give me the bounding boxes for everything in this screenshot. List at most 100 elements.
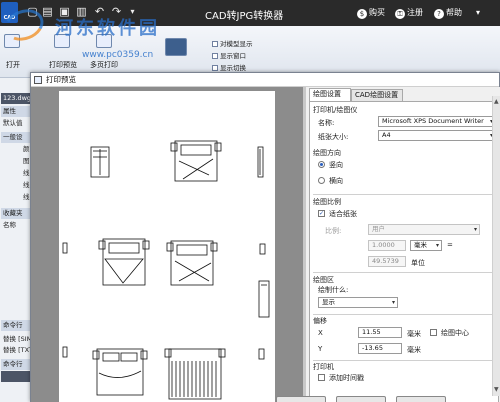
scale-select[interactable]: 用户 ▾: [368, 224, 480, 235]
preview-area[interactable]: [31, 87, 303, 402]
help-icon: ?: [434, 9, 444, 19]
scrollbar[interactable]: ▲ ▼: [492, 96, 500, 396]
dialog-title: 打印预览: [46, 75, 76, 84]
dialog-title-bar: 打印预览: [31, 73, 499, 87]
center-plot-label: 绘图中心: [441, 329, 469, 337]
portrait-radio[interactable]: [318, 161, 325, 168]
watermark-site-name: 河东软件园: [55, 18, 160, 39]
scale-label: 比例:: [325, 227, 342, 235]
paper-size-select[interactable]: A4▾: [378, 130, 496, 141]
printer-group-label: 打印机/绘图仪: [313, 106, 358, 114]
properties-header: 属性: [1, 106, 31, 117]
paper-size-label: 纸张大小:: [318, 133, 349, 141]
add-timestamp-checkbox[interactable]: [318, 374, 325, 381]
fit-paper-checkbox[interactable]: ✓: [318, 210, 325, 217]
ribbon-model-view[interactable]: 对模型显示: [212, 38, 253, 48]
command-history-line: 替换 [TXT: [3, 346, 31, 354]
equals-label: =: [447, 241, 453, 249]
monitor-icon[interactable]: [165, 38, 187, 56]
scale-b-input[interactable]: 49.5739: [368, 256, 406, 267]
command-history-line: 替换 [SIMP: [3, 335, 31, 343]
offset-y-label: Y: [318, 345, 323, 353]
key-icon: ⚿: [395, 9, 405, 19]
prop-linescale[interactable]: 线: [1, 192, 31, 203]
model-view-icon: [212, 41, 218, 47]
print-group-label: 打印机: [313, 363, 334, 371]
ribbon-print-preview[interactable]: 打印预览: [49, 60, 77, 70]
prop-linetype[interactable]: 线: [1, 168, 31, 179]
favorites-header: 收藏夹: [1, 208, 31, 219]
favorites-name-column: 名称: [3, 221, 16, 229]
dialog-button[interactable]: [276, 396, 326, 402]
offset-x-input[interactable]: 11.55: [358, 327, 402, 338]
prop-lineweight[interactable]: 线: [1, 180, 31, 191]
ribbon-show-window[interactable]: 显示窗口: [212, 50, 246, 60]
general-section[interactable]: 一般设: [1, 132, 31, 143]
scale-group-label: 绘图比例: [313, 198, 341, 206]
tab-cad-draw-settings[interactable]: CAD绘图设置: [351, 89, 403, 101]
buy-button[interactable]: $ 购买: [357, 6, 385, 20]
default-row[interactable]: 默认值: [1, 118, 31, 129]
buy-label: 购买: [369, 8, 385, 17]
open-folder-icon[interactable]: ▤: [41, 5, 54, 19]
scroll-up-icon[interactable]: ▲: [494, 98, 499, 105]
offset-x-label: X: [318, 329, 323, 337]
prop-layer[interactable]: 图: [1, 156, 31, 167]
divider: [313, 194, 495, 195]
divider: [313, 360, 495, 361]
ribbon-open[interactable]: 打开: [6, 60, 20, 70]
display-switch-icon: [212, 65, 218, 71]
print-preview-dialog: 打印预览 绘图设置 CAD绘图设置 打印机/绘图仪 名称: Microsoft …: [30, 72, 500, 402]
offset-y-input[interactable]: -13.65: [358, 343, 402, 354]
divider: [313, 314, 495, 315]
chevron-down-icon: ▾: [391, 299, 395, 306]
printer-icon: [34, 76, 42, 84]
divider: [313, 272, 495, 273]
prop-color[interactable]: 颜: [1, 144, 31, 155]
file-tab-bottom[interactable]: [1, 371, 31, 382]
scale-unit-select[interactable]: 毫米 ▾: [410, 240, 442, 251]
command-line-header: 命令行: [1, 320, 31, 331]
left-panel: 123.dwg 属性 默认值 一般设 颜 图 线 线 线 收藏夹 名称 命令行 …: [0, 78, 32, 402]
chevron-down-icon: ▾: [473, 226, 477, 233]
offset-x-unit: 毫米: [407, 330, 421, 338]
scale-b-unit-label: 单位: [411, 259, 425, 267]
watermark-url: www.pc0359.cn: [82, 50, 154, 60]
dialog-button[interactable]: [396, 396, 446, 402]
cart-icon: $: [357, 9, 367, 19]
dialog-button[interactable]: [336, 396, 386, 402]
add-timestamp-label: 添加时间戳: [329, 374, 364, 382]
splitter[interactable]: [303, 87, 306, 402]
area-what-label: 绘制什么:: [318, 286, 349, 294]
tab-draw-settings[interactable]: 绘图设置: [309, 88, 351, 101]
display-switch-label: 显示切换: [220, 64, 246, 72]
portrait-label: 竖向: [329, 161, 343, 169]
register-button[interactable]: ⚿ 注册: [395, 6, 423, 20]
center-plot-checkbox[interactable]: [430, 329, 437, 336]
scale-unit-value: 毫米: [414, 241, 427, 249]
settings-panel: 绘图设置 CAD绘图设置 打印机/绘图仪 名称: Microsoft XPS D…: [307, 87, 500, 402]
help-button[interactable]: ? 帮助: [434, 6, 462, 20]
show-window-label: 显示窗口: [220, 52, 246, 60]
orientation-group-label: 绘图方向: [313, 149, 341, 157]
ribbon-display-switch[interactable]: 显示切换: [212, 62, 246, 72]
draw-settings-panel: 打印机/绘图仪 名称: Microsoft XPS Document Write…: [309, 101, 499, 402]
window-title: CAD转JPG转换器: [205, 11, 284, 22]
ribbon-multi-page-print[interactable]: 多页打印: [90, 60, 118, 70]
file-tab[interactable]: 123.dwg: [1, 93, 31, 104]
landscape-radio[interactable]: [318, 177, 325, 184]
help-label: 帮助: [446, 8, 462, 17]
show-window-icon: [212, 53, 218, 59]
paper-size-value: A4: [382, 131, 391, 139]
register-label: 注册: [407, 8, 423, 17]
offset-y-unit: 毫米: [407, 346, 421, 354]
model-view-label: 对模型显示: [220, 40, 253, 48]
scroll-down-icon[interactable]: ▼: [494, 386, 499, 393]
printer-name-select[interactable]: Microsoft XPS Document Writer▾: [378, 116, 496, 127]
scale-a-input[interactable]: 1.0000: [368, 240, 406, 251]
scale-value: 用户: [372, 225, 385, 233]
command-line-header-2: 命令行: [1, 359, 31, 370]
area-what-select[interactable]: 显示 ▾: [318, 297, 398, 308]
offset-group-label: 偏移: [313, 317, 327, 325]
dropdown-icon[interactable]: ▾: [476, 6, 480, 20]
